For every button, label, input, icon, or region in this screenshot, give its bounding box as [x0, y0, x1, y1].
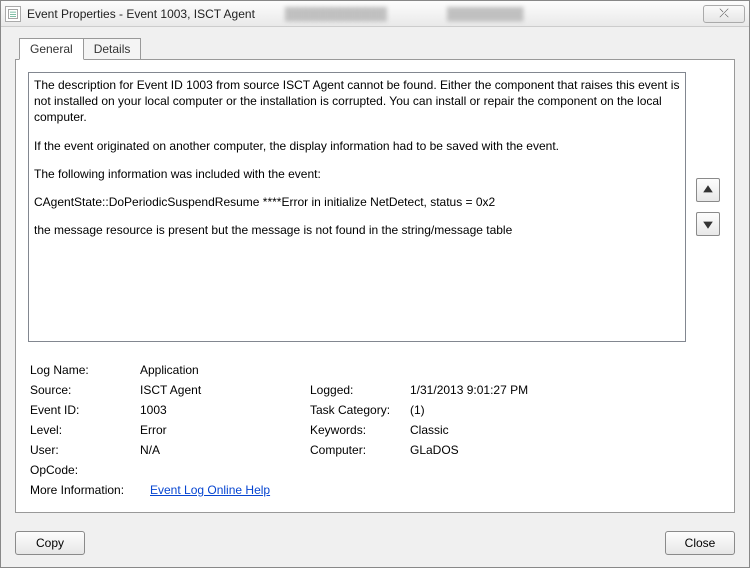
opcode-value — [140, 460, 310, 480]
computer-label: Computer: — [310, 440, 410, 460]
user-label: User: — [30, 440, 140, 460]
content-area: General Details The description for Even… — [1, 27, 749, 523]
event-properties-window: Event Properties - Event 1003, ISCT Agen… — [0, 0, 750, 568]
event-log-online-help-link[interactable]: Event Log Online Help — [150, 483, 270, 497]
event-fields: Log Name: Application Source: ISCT Agent… — [28, 360, 722, 500]
event-description-box[interactable]: The description for Event ID 1003 from s… — [28, 72, 686, 342]
source-value: ISCT Agent — [140, 380, 310, 400]
user-value: N/A — [140, 440, 310, 460]
logname-label: Log Name: — [30, 360, 140, 380]
close-button[interactable]: Close — [665, 531, 735, 555]
button-label: Copy — [36, 536, 64, 550]
desc-paragraph: the message resource is present but the … — [34, 222, 680, 238]
source-label: Source: — [30, 380, 140, 400]
blurred-text: ████████████ — [285, 7, 387, 21]
nav-arrows — [694, 72, 722, 342]
titlebar: Event Properties - Event 1003, ISCT Agen… — [1, 1, 749, 27]
moreinfo-label: More Information: — [30, 480, 150, 500]
next-event-button[interactable] — [696, 212, 720, 236]
arrow-up-icon — [702, 184, 714, 196]
copy-button[interactable]: Copy — [15, 531, 85, 555]
tab-strip: General Details — [15, 38, 735, 60]
close-icon: ⤫ — [719, 6, 729, 21]
desc-paragraph: The description for Event ID 1003 from s… — [34, 77, 680, 126]
previous-event-button[interactable] — [696, 178, 720, 202]
tab-details[interactable]: Details — [83, 38, 142, 60]
computer-value: GLaDOS — [410, 440, 459, 460]
blurred-text: █████████ — [447, 7, 524, 21]
keywords-value: Classic — [410, 420, 449, 440]
tab-label: Details — [94, 42, 131, 56]
tab-general[interactable]: General — [19, 38, 84, 60]
logname-value: Application — [140, 360, 310, 380]
arrow-down-icon — [702, 218, 714, 230]
logged-label: Logged: — [310, 380, 410, 400]
taskcategory-value: (1) — [410, 400, 425, 420]
taskcategory-label: Task Category: — [310, 400, 410, 420]
eventid-label: Event ID: — [30, 400, 140, 420]
eventid-value: 1003 — [140, 400, 310, 420]
opcode-label: OpCode: — [30, 460, 140, 480]
desc-paragraph: If the event originated on another compu… — [34, 138, 680, 154]
window-icon — [5, 6, 21, 22]
tabpage-general: The description for Event ID 1003 from s… — [15, 59, 735, 513]
window-close-button[interactable]: ⤫ — [703, 5, 745, 23]
desc-paragraph: The following information was included w… — [34, 166, 680, 182]
keywords-label: Keywords: — [310, 420, 410, 440]
level-label: Level: — [30, 420, 140, 440]
dialog-footer: Copy Close — [1, 523, 749, 567]
logged-value: 1/31/2013 9:01:27 PM — [410, 380, 528, 400]
level-value: Error — [140, 420, 310, 440]
tab-label: General — [30, 42, 73, 56]
desc-paragraph: CAgentState::DoPeriodicSuspendResume ***… — [34, 194, 680, 210]
window-title: Event Properties - Event 1003, ISCT Agen… — [27, 7, 255, 21]
button-label: Close — [685, 536, 716, 550]
